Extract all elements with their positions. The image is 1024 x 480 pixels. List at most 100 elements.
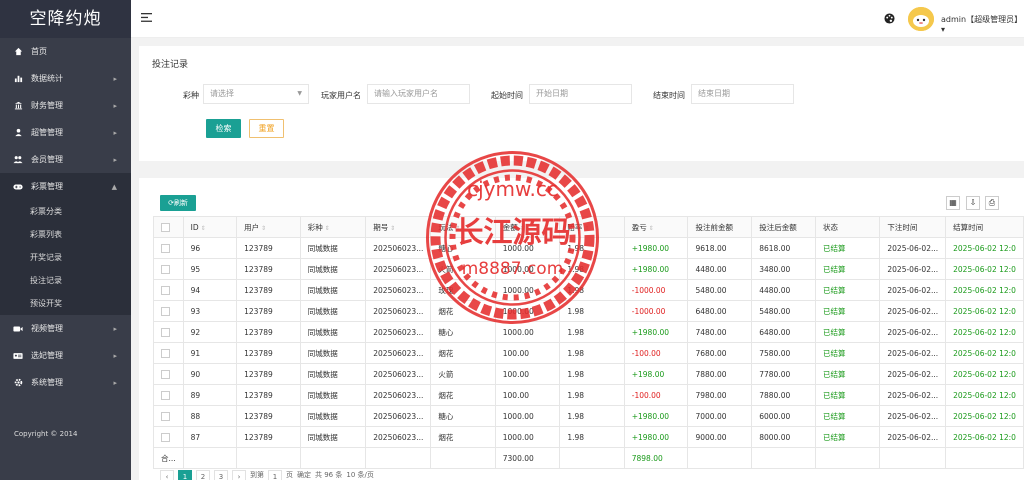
column-header-6[interactable]: 赔率 ⇕ [559, 216, 625, 238]
sidebar-subitem-2[interactable]: 开奖记录 [0, 246, 131, 269]
sort-icon[interactable]: ⇕ [259, 225, 266, 232]
cell-id: 91 [182, 342, 238, 364]
player-input[interactable]: 请输入玩家用户名 [367, 84, 470, 104]
column-header-8[interactable]: 投注前金额 [687, 216, 753, 238]
sidebar-item-1[interactable]: 数据统计 ▸ [0, 65, 131, 92]
row-checkbox[interactable] [153, 237, 184, 259]
select-all-checkbox[interactable] [153, 216, 184, 238]
table-row[interactable]: 90 123789 同城数据 202506023... 火箭 100.00 1.98 +198… [153, 363, 1024, 385]
cell-after: 5480.00 [751, 300, 816, 322]
column-header-1[interactable]: 用户 ⇕ [236, 216, 301, 238]
row-checkbox[interactable] [153, 321, 184, 343]
sort-icon[interactable]: ⇕ [582, 225, 589, 232]
column-header-3[interactable]: 期号 ⇕ [365, 216, 432, 238]
sort-icon[interactable]: ⇕ [453, 225, 460, 232]
row-checkbox[interactable] [153, 363, 184, 385]
palette-icon[interactable] [884, 13, 895, 27]
sort-icon[interactable]: ⇕ [323, 225, 330, 232]
reset-button[interactable]: 重置 [249, 119, 284, 138]
page-3[interactable]: 3 [214, 470, 228, 480]
per-page-select[interactable]: 10 条/页 [346, 470, 374, 480]
sort-icon[interactable]: ⇕ [199, 225, 206, 232]
user-menu[interactable]: admin【超级管理员】 ▾ [941, 14, 1024, 34]
sidebar-item-8[interactable]: 系统管理 ▸ [0, 369, 131, 396]
row-checkbox[interactable] [153, 426, 184, 448]
table-row[interactable]: 93 123789 同城数据 202506023... 烟花 1000.00 1.98 -10… [153, 300, 1024, 322]
column-header-10[interactable]: 状态 [814, 216, 881, 238]
sidebar-subitem-0[interactable]: 彩票分类 [0, 200, 131, 223]
column-header-12[interactable]: 结算时间 [945, 216, 1024, 238]
export-icon[interactable]: ⇩ [966, 196, 980, 210]
cell-id: 92 [182, 321, 238, 343]
row-checkbox[interactable] [153, 384, 184, 406]
column-header-4[interactable]: 玩法 ⇕ [430, 216, 496, 238]
cell-user: 123789 [236, 300, 301, 322]
page-1[interactable]: 1 [178, 470, 192, 480]
cell-play: 烟花 [430, 384, 496, 406]
sidebar-item-5[interactable]: 彩票管理 ▲ [0, 173, 131, 200]
app-logo[interactable]: 空降约炮 [0, 0, 131, 38]
confirm-button[interactable]: 确定 [297, 470, 311, 480]
table-row[interactable]: 94 123789 同城数据 202506023... 玫瑰 1000.00 1.98 -10… [153, 279, 1024, 301]
gamepad-icon [13, 182, 23, 192]
table-row[interactable]: 89 123789 同城数据 202506023... 烟花 100.00 1.98 -100… [153, 384, 1024, 406]
sidebar-item-6[interactable]: 视频管理 ▸ [0, 315, 131, 342]
cell-profit: +1980.00 [623, 237, 689, 259]
column-header-label: 投注前金额 [695, 222, 733, 232]
column-header-2[interactable]: 彩种 ⇕ [299, 216, 367, 238]
sort-icon[interactable]: ⇕ [518, 225, 525, 232]
sidebar-item-7[interactable]: 选妃管理 ▸ [0, 342, 131, 369]
prev-page-icon[interactable]: ‹ [160, 470, 174, 480]
end-date-input[interactable]: 结束日期 [691, 84, 794, 104]
page-unit: 页 [286, 471, 293, 479]
table-row[interactable]: 88 123789 同城数据 202506023... 糖心 1000.00 1.98 +19… [153, 405, 1024, 427]
table-row[interactable]: 96 123789 同城数据 202506023... 糖心 1000.00 1.98 +19… [153, 237, 1024, 259]
column-header-7[interactable]: 盈亏 ⇕ [623, 216, 689, 238]
avatar[interactable] [908, 7, 934, 31]
page-2[interactable]: 2 [196, 470, 210, 480]
row-checkbox[interactable] [153, 258, 184, 280]
table-row[interactable]: 87 123789 同城数据 202506023... 烟花 1000.00 1.98 +19… [153, 426, 1024, 448]
row-checkbox[interactable] [153, 300, 184, 322]
sidebar-subitem-1[interactable]: 彩票列表 [0, 223, 131, 246]
records-table: ID ⇕ 用户 ⇕ 彩种 ⇕ 期号 ⇕ 玩法 ⇕ 金额 ⇕ 赔率 ⇕ 盈亏 ⇕ 投注前金额 投注后… [153, 216, 1024, 469]
sidebar-item-4[interactable]: 会员管理 ▸ [0, 146, 131, 173]
cell-amount: 1000.00 [494, 237, 561, 259]
column-header-5[interactable]: 金额 ⇕ [494, 216, 561, 238]
sidebar-item-3[interactable]: 超管管理 ▸ [0, 119, 131, 146]
sort-icon[interactable]: ⇕ [388, 225, 395, 232]
row-checkbox[interactable] [153, 279, 184, 301]
next-page-icon[interactable]: › [232, 470, 246, 480]
cell-odds: 1.98 [559, 384, 625, 406]
total-cell [751, 447, 816, 469]
sidebar-item-2[interactable]: 财务管理 ▸ [0, 92, 131, 119]
table-row[interactable]: 92 123789 同城数据 202506023... 糖心 1000.00 1.98 +19… [153, 321, 1024, 343]
total-cell [236, 447, 301, 469]
row-checkbox[interactable] [153, 405, 184, 427]
search-button[interactable]: 检索 [206, 119, 241, 138]
column-header-11[interactable]: 下注时间 [879, 216, 947, 238]
cell-status: 已结算 [814, 279, 881, 301]
cell-settle-time: 2025-06-02 12:0 [945, 237, 1024, 259]
cell-issue: 202506023... [365, 363, 432, 385]
table-row[interactable]: 91 123789 同城数据 202506023... 烟花 100.00 1.98 -100… [153, 342, 1024, 364]
chevron-right-icon: ▸ [113, 351, 117, 360]
columns-filter-icon[interactable]: ▦ [946, 196, 960, 210]
column-header-0[interactable]: ID ⇕ [182, 216, 238, 238]
sidebar-subitem-4[interactable]: 预设开奖 [0, 292, 131, 315]
table-row[interactable]: 95 123789 同城数据 202506023... 火箭 1000.00 1.98 +19… [153, 258, 1024, 280]
menu-toggle-icon[interactable] [141, 13, 152, 24]
sidebar-subitem-3[interactable]: 投注记录 [0, 269, 131, 292]
sidebar-item-0[interactable]: 首页 [0, 38, 131, 65]
sidebar-item-label: 彩票管理 [31, 182, 63, 191]
sort-icon[interactable]: ⇕ [647, 225, 654, 232]
goto-input[interactable]: 1 [268, 470, 282, 480]
refresh-button[interactable]: ⟳刷新 [160, 195, 196, 211]
cell-bet-time: 2025-06-02... [879, 279, 947, 301]
lottery-select[interactable]: 请选择 ▼ [203, 84, 309, 104]
row-checkbox[interactable] [153, 342, 184, 364]
start-date-input[interactable]: 开始日期 [529, 84, 632, 104]
cell-bet-time: 2025-06-02... [879, 237, 947, 259]
print-icon[interactable]: ⎙ [985, 196, 999, 210]
column-header-9[interactable]: 投注后金额 [751, 216, 816, 238]
